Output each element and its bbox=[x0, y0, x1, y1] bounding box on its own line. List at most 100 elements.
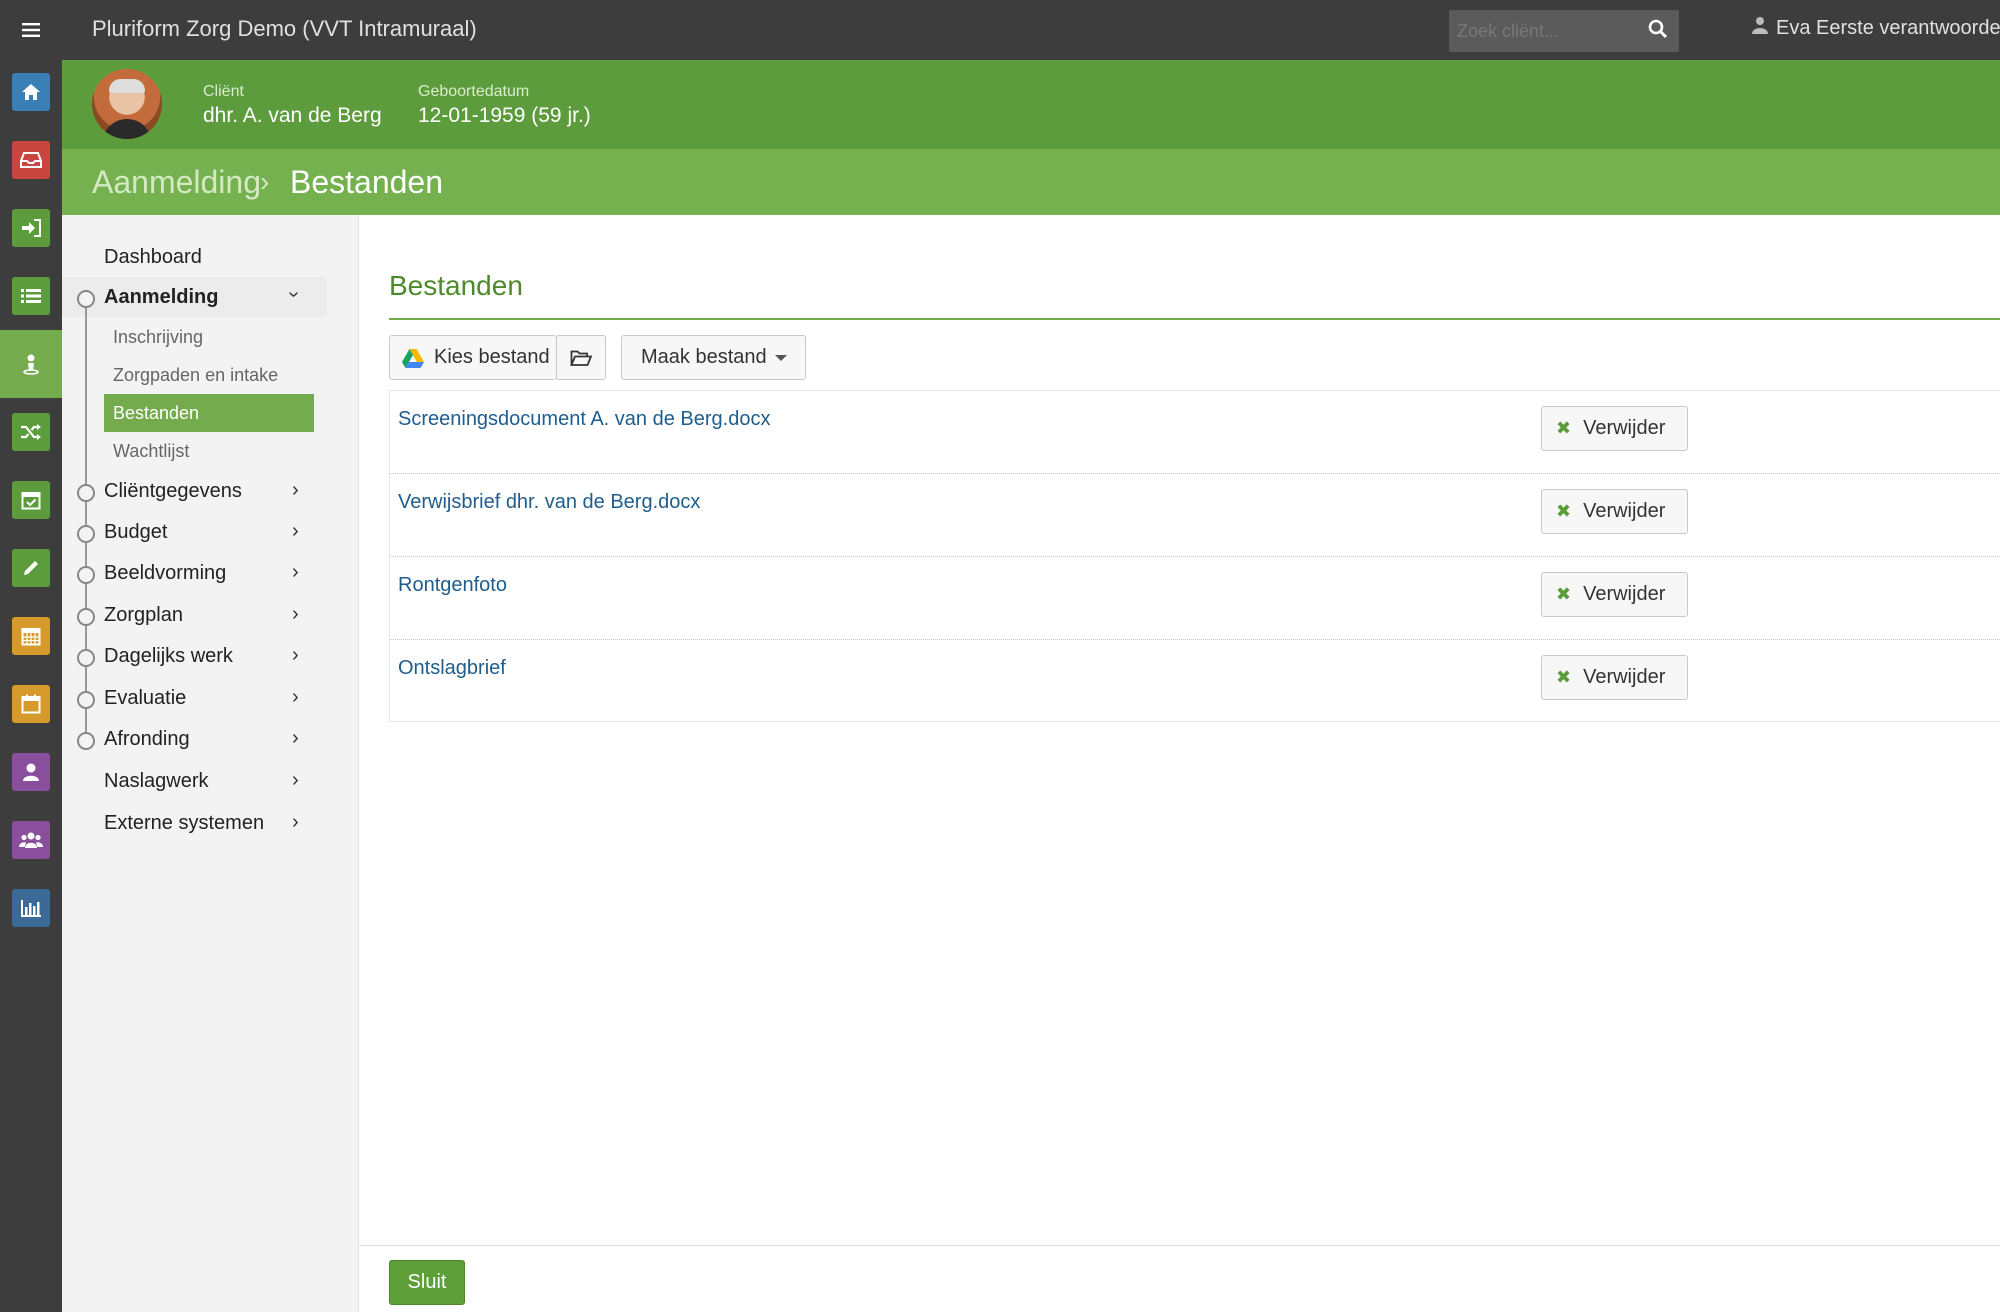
list-icon bbox=[12, 277, 50, 315]
nav-item-afronding[interactable]: Afronding › bbox=[62, 719, 359, 759]
chevron-right-icon: › bbox=[292, 479, 299, 501]
close-button[interactable]: Sluit bbox=[389, 1260, 465, 1305]
rail-calendar-grid[interactable] bbox=[0, 602, 62, 670]
rail-calendar-check[interactable] bbox=[0, 466, 62, 534]
search-input[interactable] bbox=[1449, 10, 1649, 52]
client-icon bbox=[12, 345, 50, 383]
nav-item-label: Budget bbox=[104, 521, 168, 543]
step-circle bbox=[77, 566, 95, 584]
delete-label: Verwijder bbox=[1583, 666, 1666, 688]
rail-shuffle[interactable] bbox=[0, 398, 62, 466]
rail-home[interactable] bbox=[0, 58, 62, 126]
delete-button[interactable]: ✖ Verwijder bbox=[1541, 489, 1688, 534]
nav-item-aanmelding[interactable]: Aanmelding › bbox=[62, 277, 359, 317]
nav-item-label: Evaluatie bbox=[104, 687, 187, 709]
chevron-right-icon: › bbox=[292, 603, 299, 625]
nav-item-dagelijks-werk[interactable]: Dagelijks werk › bbox=[62, 636, 359, 676]
nav-item-label: Afronding bbox=[104, 728, 190, 750]
app-title: Pluriform Zorg Demo (VVT Intramuraal) bbox=[92, 16, 477, 41]
table-row: Ontslagbrief ✖ Verwijder bbox=[389, 640, 2000, 723]
delete-button[interactable]: ✖ Verwijder bbox=[1541, 572, 1688, 617]
make-file-dropdown[interactable]: Maak bestand bbox=[621, 335, 806, 380]
choose-file-button[interactable]: Kies bestand bbox=[389, 335, 557, 380]
step-circle bbox=[77, 484, 95, 502]
sub-item-inschrijving[interactable]: Inschrijving bbox=[104, 318, 314, 356]
delete-label: Verwijder bbox=[1583, 500, 1666, 522]
step-circle bbox=[77, 290, 95, 308]
file-link[interactable]: Screeningsdocument A. van de Berg.docx bbox=[398, 408, 770, 431]
side-navigation: Dashboard Aanmelding › Inschrijving Zorg… bbox=[62, 215, 359, 1312]
search-icon[interactable] bbox=[1647, 18, 1673, 44]
step-circle bbox=[77, 608, 95, 626]
nav-item-label: Dagelijks werk bbox=[104, 645, 233, 667]
client-name: dhr. A. van de Berg bbox=[203, 104, 382, 127]
rail-list[interactable] bbox=[0, 262, 62, 330]
chevron-right-icon: › bbox=[292, 811, 299, 833]
nav-item-budget[interactable]: Budget › bbox=[62, 512, 359, 552]
nav-item-label: Naslagwerk bbox=[104, 770, 209, 792]
breadcrumb-separator: › bbox=[260, 166, 270, 197]
choose-file-label: Kies bestand bbox=[434, 346, 550, 368]
file-link[interactable]: Ontslagbrief bbox=[398, 657, 506, 680]
bar-chart-icon bbox=[12, 889, 50, 927]
delete-button[interactable]: ✖ Verwijder bbox=[1541, 406, 1688, 451]
step-circle bbox=[77, 691, 95, 709]
close-icon: ✖ bbox=[1556, 584, 1572, 604]
sub-item-label: Zorgpaden en intake bbox=[113, 365, 279, 385]
dob-label: Geboortedatum bbox=[418, 83, 530, 100]
open-folder-button[interactable] bbox=[556, 335, 606, 380]
nav-item-label: Aanmelding bbox=[104, 286, 219, 308]
nav-item-dashboard[interactable]: Dashboard bbox=[62, 237, 359, 277]
sub-item-bestanden[interactable]: Bestanden bbox=[104, 394, 314, 432]
file-link[interactable]: Rontgenfoto bbox=[398, 574, 507, 597]
sub-item-wachtlijst[interactable]: Wachtlijst bbox=[104, 432, 314, 470]
table-row: Screeningsdocument A. van de Berg.docx ✖… bbox=[389, 391, 2000, 474]
top-bar: Pluriform Zorg Demo (VVT Intramuraal) Ev… bbox=[62, 0, 2000, 60]
chevron-right-icon: › bbox=[292, 769, 299, 791]
nav-item-naslagwerk[interactable]: Naslagwerk › bbox=[62, 761, 359, 801]
rail-group[interactable] bbox=[0, 806, 62, 874]
group-icon bbox=[12, 821, 50, 859]
breadcrumb: Aanmelding › Bestanden bbox=[62, 149, 2000, 215]
nav-item-clientgegevens[interactable]: Cliëntgegevens › bbox=[62, 471, 359, 511]
nav-item-evaluatie[interactable]: Evaluatie › bbox=[62, 678, 359, 718]
rail-sign-in[interactable] bbox=[0, 194, 62, 262]
table-row: Rontgenfoto ✖ Verwijder bbox=[389, 557, 2000, 640]
user-icon bbox=[12, 753, 50, 791]
sub-item-label: Bestanden bbox=[113, 403, 200, 423]
user-name: Eva Eerste verantwoordelijke bbox=[1776, 16, 2000, 39]
nav-item-externe-systemen[interactable]: Externe systemen › bbox=[62, 803, 359, 843]
sign-in-icon bbox=[12, 209, 50, 247]
nav-item-beeldvorming[interactable]: Beeldvorming › bbox=[62, 553, 359, 593]
delete-label: Verwijder bbox=[1583, 417, 1666, 439]
inbox-icon bbox=[12, 141, 50, 179]
chevron-right-icon: › bbox=[292, 727, 299, 749]
breadcrumb-parent[interactable]: Aanmelding bbox=[92, 164, 261, 201]
file-list: Screeningsdocument A. van de Berg.docx ✖… bbox=[389, 390, 2000, 722]
chevron-right-icon: › bbox=[292, 520, 299, 542]
calendar-check-icon bbox=[12, 481, 50, 519]
rail-client[interactable] bbox=[0, 330, 62, 398]
file-link[interactable]: Verwijsbrief dhr. van de Berg.docx bbox=[398, 491, 700, 514]
user-menu[interactable]: Eva Eerste verantwoordelijke bbox=[1752, 16, 2000, 40]
nav-item-zorgplan[interactable]: Zorgplan › bbox=[62, 595, 359, 635]
hamburger-menu-icon[interactable] bbox=[0, 0, 62, 60]
user-icon bbox=[1752, 16, 1768, 40]
heading-divider bbox=[389, 318, 2000, 320]
rail-pencil[interactable] bbox=[0, 534, 62, 602]
delete-button[interactable]: ✖ Verwijder bbox=[1541, 655, 1688, 700]
nav-item-label: Beeldvorming bbox=[104, 562, 227, 584]
close-icon: ✖ bbox=[1556, 501, 1572, 521]
sub-item-zorgpaden[interactable]: Zorgpaden en intake bbox=[104, 356, 314, 394]
main-content: Bestanden Kies bestand Maak bestand Scre… bbox=[359, 215, 2000, 1312]
rail-calendar[interactable] bbox=[0, 670, 62, 738]
rail-bar-chart[interactable] bbox=[0, 874, 62, 942]
chevron-down-icon: › bbox=[282, 291, 305, 298]
rail-inbox[interactable] bbox=[0, 126, 62, 194]
sub-item-label: Inschrijving bbox=[113, 327, 204, 347]
delete-label: Verwijder bbox=[1583, 583, 1666, 605]
rail-user[interactable] bbox=[0, 738, 62, 806]
make-file-label: Maak bestand bbox=[641, 346, 767, 368]
client-bar: Cliënt dhr. A. van de Berg Geboortedatum… bbox=[62, 60, 2000, 149]
dob-value: 12-01-1959 (59 jr.) bbox=[418, 104, 591, 127]
